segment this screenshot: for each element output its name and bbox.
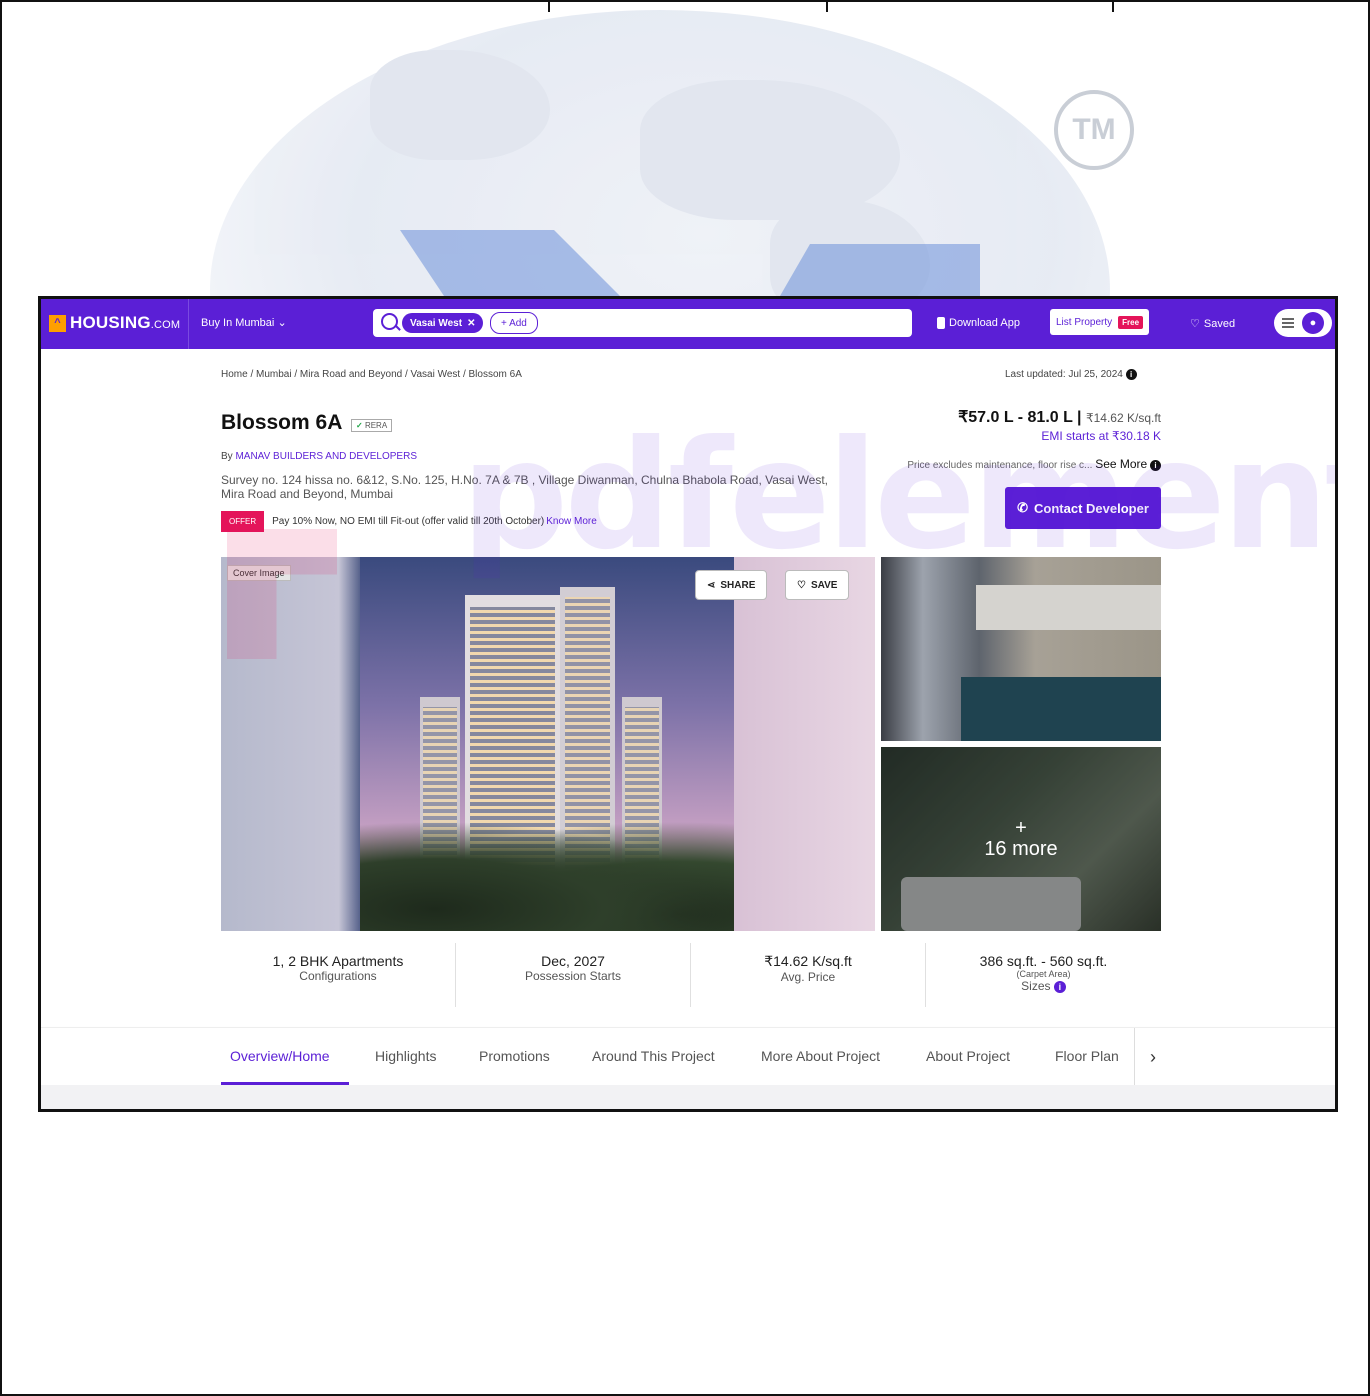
stat-label: Possession Starts xyxy=(524,969,622,983)
logo-icon: ^ xyxy=(49,314,66,332)
know-more-link[interactable]: Know More xyxy=(546,516,597,527)
free-badge: Free xyxy=(1118,315,1144,329)
check-icon: ✓ xyxy=(356,421,363,430)
builder-prefix: By xyxy=(221,451,233,462)
breadcrumb[interactable]: Home / Mumbai / Mira Road and Beyond / V… xyxy=(221,369,522,380)
saved-label: Saved xyxy=(1203,317,1236,330)
browser-screenshot: ^ HOUSING.COM Buy In Mumbai ⌄ Vasai West… xyxy=(38,296,1338,1112)
search-chip[interactable]: Vasai West ✕ xyxy=(402,313,484,333)
stat-label: Configurations xyxy=(299,969,377,983)
section-tabs: Overview/Home Highlights Promotions Arou… xyxy=(41,1027,1335,1086)
stat-label: Sizes i xyxy=(926,979,1161,993)
list-property-label: List Property xyxy=(1056,316,1113,328)
save-label: SAVE xyxy=(810,579,838,591)
tab-more-about-project[interactable]: More About Project xyxy=(761,1048,880,1064)
menu-button[interactable]: ● xyxy=(1274,309,1332,337)
heart-icon: ♡ xyxy=(1190,318,1200,330)
top-navbar: ^ HOUSING.COM Buy In Mumbai ⌄ Vasai West… xyxy=(41,299,1335,349)
offer-banner: OFFER Pay 10% Now, NO EMI till Fit-out (… xyxy=(221,511,597,532)
tab-promotions[interactable]: Promotions xyxy=(479,1048,550,1064)
search-bar[interactable]: Vasai West ✕ + Add xyxy=(373,309,912,337)
stat-value: ₹14.62 K/sq.ft xyxy=(764,953,852,969)
stat-value: 386 sq.ft. - 560 sq.ft. xyxy=(979,953,1108,969)
see-more-link[interactable]: See More xyxy=(1095,457,1147,471)
logo-suffix: COM xyxy=(154,319,181,331)
offer-text: Pay 10% Now, NO EMI till Fit-out (offer … xyxy=(272,516,545,527)
stat-value: Dec, 2027 xyxy=(541,953,605,969)
hamburger-icon xyxy=(1282,318,1294,320)
phone-icon: ✆ xyxy=(1017,500,1029,515)
builder-link[interactable]: MANAV BUILDERS AND DEVELOPERS xyxy=(235,451,417,462)
more-photos-overlay[interactable]: + 16 more xyxy=(881,747,1161,931)
search-chip-label: Vasai West xyxy=(410,317,463,329)
page-bottom-strip xyxy=(41,1085,1335,1109)
emi-link[interactable]: EMI starts at ₹30.18 K xyxy=(1041,429,1161,443)
tab-floor-plan[interactable]: Floor Plan xyxy=(1055,1048,1119,1064)
add-location-button[interactable]: + Add xyxy=(490,312,538,334)
info-icon[interactable]: i xyxy=(1053,980,1066,993)
tab-around-project[interactable]: Around This Project xyxy=(592,1048,715,1064)
download-app-label: Download App xyxy=(949,317,1020,329)
avatar-icon: ● xyxy=(1302,312,1324,334)
stat-avg-price: ₹14.62 K/sq.ft Avg. Price xyxy=(691,943,926,1007)
contact-developer-label: Contact Developer xyxy=(1034,500,1149,516)
phone-icon xyxy=(937,317,945,329)
rera-label: RERA xyxy=(364,421,388,430)
stat-label: Avg. Price xyxy=(780,970,836,984)
contact-developer-button[interactable]: ✆ Contact Developer xyxy=(1005,487,1161,529)
last-updated: Last updated: Jul 25, 2024 i xyxy=(1005,369,1137,380)
price-per-sqft: ₹14.62 K/sq.ft xyxy=(1085,411,1161,425)
last-updated-label: Last updated: Jul 25, 2024 xyxy=(1005,369,1123,381)
chevron-down-icon: ⌄ xyxy=(277,317,287,329)
stat-label-text: Sizes xyxy=(1021,979,1051,993)
tab-highlights[interactable]: Highlights xyxy=(375,1048,436,1064)
watermark-shape-right xyxy=(780,244,980,296)
tab-about-project[interactable]: About Project xyxy=(926,1048,1010,1064)
list-property-button[interactable]: List Property Free xyxy=(1050,309,1150,335)
trees xyxy=(360,821,734,931)
download-app-link[interactable]: Download App xyxy=(937,317,1020,329)
info-icon[interactable]: i xyxy=(1125,369,1137,380)
stat-sizes: 386 sq.ft. - 560 sq.ft. (Carpet Area) Si… xyxy=(926,943,1161,1007)
cover-image[interactable]: Cover Image ⋖ SHARE ♡ SAVE xyxy=(221,557,875,931)
plus-icon: + xyxy=(1015,816,1027,839)
chevron-right-icon[interactable]: › xyxy=(1134,1028,1171,1086)
close-icon[interactable]: ✕ xyxy=(467,318,475,329)
kitchen-thumbnail[interactable] xyxy=(881,557,1161,741)
stat-configurations: 1, 2 BHK Apartments Configurations xyxy=(221,943,456,1007)
logo-text: HOUSING xyxy=(70,313,151,332)
project-address: Survey no. 124 hissa no. 6&12, S.No. 125… xyxy=(221,473,829,501)
info-icon[interactable]: i xyxy=(1150,459,1161,471)
more-photos-count: 16 more xyxy=(984,837,1058,860)
bedroom-thumbnail[interactable]: + 16 more xyxy=(881,747,1161,931)
rera-badge: ✓ RERA xyxy=(351,419,393,432)
project-stats: 1, 2 BHK Apartments Configurations Dec, … xyxy=(221,943,1161,1007)
tab-overview[interactable]: Overview/Home xyxy=(230,1048,330,1064)
page-title: Blossom 6A xyxy=(221,411,343,434)
save-button[interactable]: ♡ SAVE xyxy=(785,570,850,600)
offer-tag: OFFER xyxy=(221,511,265,532)
stat-sub-label: (Carpet Area) xyxy=(1016,969,1071,979)
share-label: SHARE xyxy=(720,579,756,591)
share-button[interactable]: ⋖ SHARE xyxy=(695,570,768,600)
share-icon: ⋖ xyxy=(707,579,716,591)
heart-icon: ♡ xyxy=(797,579,806,591)
housing-logo[interactable]: ^ HOUSING.COM xyxy=(49,313,180,333)
nav-separator xyxy=(188,299,189,349)
location-label: Buy In Mumbai xyxy=(201,317,275,329)
stat-value: 1, 2 BHK Apartments xyxy=(272,953,404,969)
price-note-text: Price excludes maintenance, floor rise c… xyxy=(907,460,1093,471)
tm-badge: TM xyxy=(1054,90,1134,170)
builder-line: By MANAV BUILDERS AND DEVELOPERS xyxy=(221,451,417,462)
location-dropdown[interactable]: Buy In Mumbai ⌄ xyxy=(201,316,287,329)
price-range-value: ₹57.0 L - 81.0 L xyxy=(958,409,1073,426)
price-range: ₹57.0 L - 81.0 L | ₹14.62 K/sq.ft xyxy=(958,409,1161,426)
search-icon xyxy=(381,313,398,330)
saved-link[interactable]: ♡ Saved xyxy=(1190,317,1236,331)
price-note: Price excludes maintenance, floor rise c… xyxy=(907,457,1161,471)
stat-possession: Dec, 2027 Possession Starts xyxy=(456,943,691,1007)
